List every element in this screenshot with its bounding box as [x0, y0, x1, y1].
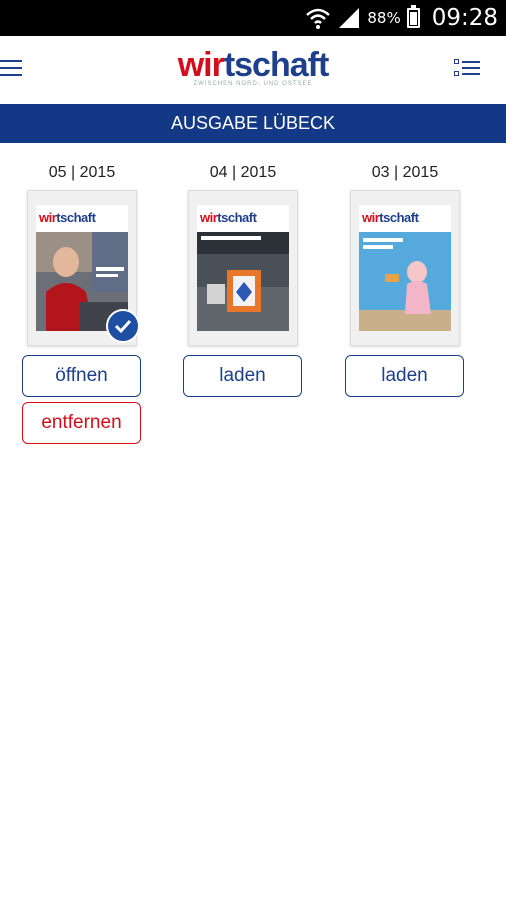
clock: 09:28 — [431, 5, 498, 31]
cover-logo-rest: tschaft — [56, 210, 96, 225]
issue-card: 05 | 2015 wirtschaft öffnen entfernen — [21, 162, 143, 444]
cover-logo-rest: tschaft — [217, 210, 257, 225]
issue-cover[interactable]: wirtschaft — [350, 190, 460, 346]
logo-wir: wir — [177, 46, 225, 84]
list-view-icon[interactable] — [454, 58, 482, 80]
issue-date: 03 | 2015 — [371, 164, 439, 181]
issue-cover[interactable]: wirtschaft — [27, 190, 140, 346]
status-bar: 88% 09:28 — [0, 0, 506, 36]
issue-date: 04 | 2015 — [209, 164, 277, 181]
cover-logo-wir: wir — [200, 210, 218, 225]
cover-logo-wir: wir — [39, 210, 57, 225]
cover-image — [359, 232, 451, 331]
battery-percent: 88% — [367, 9, 401, 27]
app-header: wirtschaft ZWISCHEN NORD- UND OSTSEE — [0, 36, 506, 104]
cover-logo-wir: wir — [362, 210, 380, 225]
battery-icon — [406, 5, 420, 28]
app-logo: wirtschaft ZWISCHEN NORD- UND OSTSEE — [0, 46, 506, 87]
logo-tagline: ZWISCHEN NORD- UND OSTSEE — [193, 81, 313, 87]
check-circle-icon — [106, 309, 140, 343]
wifi-icon — [306, 8, 331, 29]
issue-cover[interactable]: wirtschaft — [188, 190, 298, 346]
issue-card: 03 | 2015 wirtschaft laden — [344, 162, 466, 397]
issue-date: 05 | 2015 — [48, 164, 116, 181]
load-button[interactable]: laden — [183, 355, 302, 397]
logo-rest: tschaft — [223, 46, 329, 84]
issue-card: 04 | 2015 wirtschaft laden — [182, 162, 304, 397]
open-button[interactable]: öffnen — [22, 355, 141, 397]
remove-button[interactable]: entfernen — [22, 402, 141, 444]
cover-image — [197, 232, 289, 331]
cover-logo-rest: tschaft — [379, 210, 419, 225]
load-button[interactable]: laden — [345, 355, 464, 397]
signal-icon — [339, 8, 360, 28]
edition-banner: AUSGABE LÜBECK — [0, 104, 506, 143]
